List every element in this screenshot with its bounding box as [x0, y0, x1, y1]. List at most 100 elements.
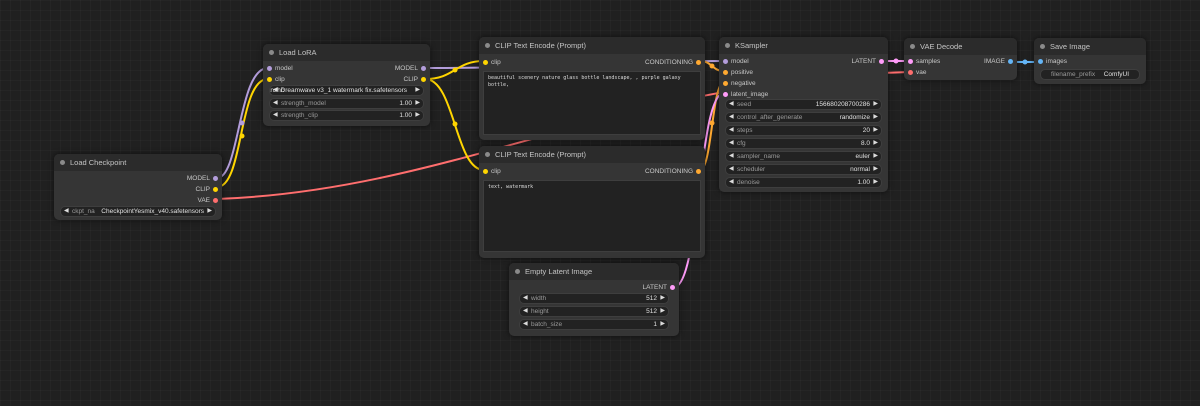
slot-row-clip[interactable]: clip CONDITIONING: [479, 57, 705, 68]
positive-prompt-textarea[interactable]: beautiful scenery nature glass bottle la…: [483, 71, 701, 135]
clip-text-encode-positive-node[interactable]: CLIP Text Encode (Prompt) clip CONDITION…: [479, 37, 705, 140]
strength-clip-widget[interactable]: ◀ strength_clip 1.00 ▶: [269, 110, 424, 121]
slot-row-model[interactable]: model MODEL: [263, 63, 430, 74]
arrow-right-icon[interactable]: ▶: [873, 100, 878, 109]
input-dot[interactable]: [483, 169, 488, 174]
output-slot-latent[interactable]: LATENT: [509, 282, 679, 293]
input-dot[interactable]: [723, 81, 728, 86]
arrow-left-icon[interactable]: ◀: [729, 100, 734, 109]
node-title-bar[interactable]: Save Image: [1034, 38, 1146, 55]
arrow-left-icon[interactable]: ◀: [273, 111, 278, 120]
input-slot-positive[interactable]: positive: [719, 67, 888, 78]
input-dot[interactable]: [483, 60, 488, 65]
arrow-left-icon[interactable]: ◀: [729, 152, 734, 161]
link-midpoint-marker[interactable]: [893, 58, 899, 64]
input-slot-negative[interactable]: negative: [719, 78, 888, 89]
slot-row-clip[interactable]: clip CONDITIONING: [479, 166, 705, 177]
scheduler-combo[interactable]: ◀ scheduler normal ▶: [725, 164, 882, 175]
output-slot-clip[interactable]: CLIP: [54, 184, 222, 195]
slot-row-model[interactable]: model LATENT: [719, 56, 888, 67]
input-dot[interactable]: [267, 66, 272, 71]
vae-decode-node[interactable]: VAE Decode samples IMAGE vae: [904, 38, 1017, 80]
height-widget[interactable]: ◀ height 512 ▶: [519, 306, 669, 317]
node-collapse-dot[interactable]: [910, 44, 915, 49]
output-dot[interactable]: [696, 169, 701, 174]
negative-prompt-textarea[interactable]: text, watermark: [483, 180, 701, 252]
arrow-right-icon[interactable]: ▶: [660, 307, 665, 316]
link-midpoint-marker[interactable]: [452, 121, 458, 127]
save-image-node[interactable]: Save Image images filename_prefix ComfyU…: [1034, 38, 1146, 84]
input-dot[interactable]: [723, 92, 728, 97]
output-slot-model[interactable]: MODEL: [54, 173, 222, 184]
cfg-widget[interactable]: ◀ cfg 8.0 ▶: [725, 138, 882, 149]
input-dot[interactable]: [908, 59, 913, 64]
node-collapse-dot[interactable]: [1040, 44, 1045, 49]
arrow-right-icon[interactable]: ▶: [873, 139, 878, 148]
arrow-left-icon[interactable]: ◀: [64, 207, 69, 216]
arrow-right-icon[interactable]: ▶: [660, 294, 665, 303]
output-dot[interactable]: [696, 60, 701, 65]
output-dot[interactable]: [421, 66, 426, 71]
output-dot[interactable]: [213, 176, 218, 181]
sampler-name-combo[interactable]: ◀ sampler_name euler ▶: [725, 151, 882, 162]
input-slot-images[interactable]: images: [1034, 56, 1146, 67]
node-title-bar[interactable]: KSampler: [719, 37, 888, 54]
steps-widget[interactable]: ◀ steps 20 ▶: [725, 125, 882, 136]
arrow-right-icon[interactable]: ▶: [873, 152, 878, 161]
arrow-left-icon[interactable]: ◀: [729, 139, 734, 148]
arrow-right-icon[interactable]: ▶: [660, 320, 665, 329]
arrow-right-icon[interactable]: ▶: [415, 99, 420, 108]
slot-row-clip[interactable]: clip CLIP: [263, 74, 430, 85]
link-midpoint-marker[interactable]: [1022, 59, 1028, 65]
node-title-bar[interactable]: Load LoRA: [263, 44, 430, 61]
input-dot[interactable]: [1038, 59, 1043, 64]
ksampler-node[interactable]: KSampler model LATENT positive negative …: [719, 37, 888, 192]
arrow-left-icon[interactable]: ◀: [523, 294, 528, 303]
arrow-right-icon[interactable]: ▶: [873, 165, 878, 174]
node-collapse-dot[interactable]: [269, 50, 274, 55]
node-collapse-dot[interactable]: [485, 43, 490, 48]
input-dot[interactable]: [723, 70, 728, 75]
output-dot[interactable]: [879, 59, 884, 64]
node-collapse-dot[interactable]: [725, 43, 730, 48]
input-dot[interactable]: [723, 59, 728, 64]
clip-text-encode-negative-node[interactable]: CLIP Text Encode (Prompt) clip CONDITION…: [479, 146, 705, 258]
input-slot-vae[interactable]: vae: [904, 67, 1017, 78]
lora-name-combo[interactable]: ◀ Anzhc Dreamwave v3_1 watermark fix.saf…: [269, 85, 424, 96]
node-title-bar[interactable]: VAE Decode: [904, 38, 1017, 55]
width-widget[interactable]: ◀ width 512 ▶: [519, 293, 669, 304]
output-dot[interactable]: [213, 187, 218, 192]
link-midpoint-marker[interactable]: [709, 120, 715, 126]
link-midpoint-marker[interactable]: [239, 120, 245, 126]
node-collapse-dot[interactable]: [485, 152, 490, 157]
link-midpoint-marker[interactable]: [452, 67, 458, 73]
node-collapse-dot[interactable]: [515, 269, 520, 274]
input-dot[interactable]: [267, 77, 272, 82]
denoise-widget[interactable]: ◀ denoise 1.00 ▶: [725, 177, 882, 188]
output-slot-vae[interactable]: VAE: [54, 195, 222, 206]
load-checkpoint-node[interactable]: Load Checkpoint MODEL CLIP VAE ◀ ckpt_na…: [54, 154, 222, 220]
arrow-left-icon[interactable]: ◀: [729, 165, 734, 174]
arrow-left-icon[interactable]: ◀: [523, 320, 528, 329]
load-lora-node[interactable]: Load LoRA model MODEL clip CLIP ◀ Anzhc …: [263, 44, 430, 126]
arrow-left-icon[interactable]: ◀: [273, 99, 278, 108]
input-dot[interactable]: [908, 70, 913, 75]
arrow-right-icon[interactable]: ▶: [415, 111, 420, 120]
link-midpoint-marker[interactable]: [709, 63, 715, 69]
node-title-bar[interactable]: Load Checkpoint: [54, 154, 222, 171]
filename-prefix-widget[interactable]: filename_prefix ComfyUI: [1040, 69, 1140, 80]
arrow-right-icon[interactable]: ▶: [873, 113, 878, 122]
node-title-bar[interactable]: CLIP Text Encode (Prompt): [479, 37, 705, 54]
output-dot[interactable]: [1008, 59, 1013, 64]
arrow-right-icon[interactable]: ▶: [873, 178, 878, 187]
seed-widget[interactable]: ◀ seed 156680208700286 ▶: [725, 99, 882, 110]
ckpt-name-combo[interactable]: ◀ ckpt_na CheckpointYesmix_v40.safetenso…: [60, 206, 216, 217]
output-dot[interactable]: [213, 198, 218, 203]
arrow-right-icon[interactable]: ▶: [873, 126, 878, 135]
arrow-left-icon[interactable]: ◀: [523, 307, 528, 316]
arrow-left-icon[interactable]: ◀: [729, 113, 734, 122]
output-dot[interactable]: [670, 285, 675, 290]
link-midpoint-marker[interactable]: [239, 133, 245, 139]
control-after-generate-combo[interactable]: ◀ control_after_generate randomize ▶: [725, 112, 882, 123]
node-collapse-dot[interactable]: [60, 160, 65, 165]
